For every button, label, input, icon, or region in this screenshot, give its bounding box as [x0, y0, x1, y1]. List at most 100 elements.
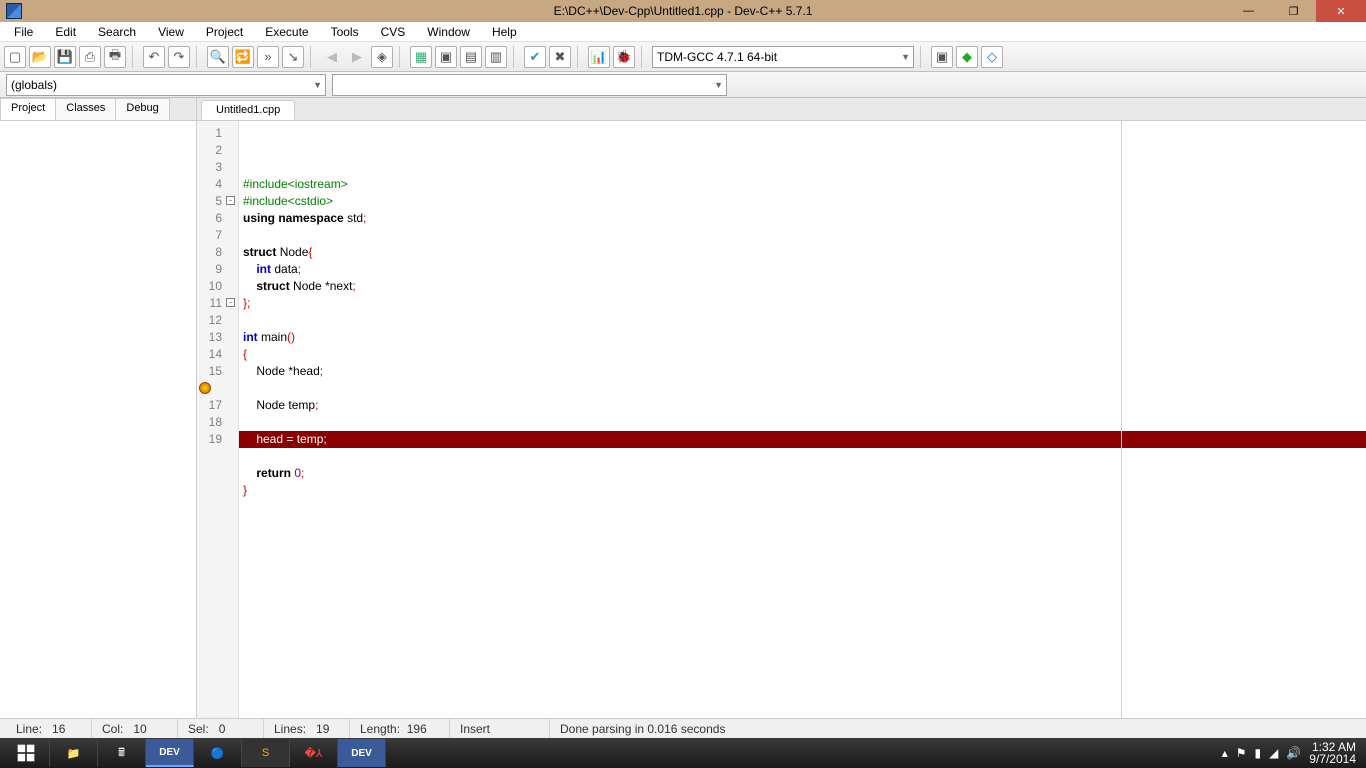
app-icon	[6, 3, 22, 19]
start-button[interactable]	[2, 739, 50, 767]
close-button[interactable]: ✕	[1316, 0, 1366, 22]
code-line[interactable]: int data;	[243, 261, 1366, 278]
gutter-line: 2	[197, 142, 236, 159]
code-line[interactable]: struct Node{	[243, 244, 1366, 261]
profile-icon[interactable]: 📊	[588, 46, 610, 68]
maximize-button[interactable]: ❐	[1271, 0, 1316, 22]
code-line[interactable]	[243, 312, 1366, 329]
task-devcpp2[interactable]: DEV	[338, 739, 386, 767]
code-line[interactable]: Node *head;	[243, 363, 1366, 380]
task-explorer[interactable]: 📁	[50, 739, 98, 767]
editor-tab-untitled1[interactable]: Untitled1.cpp	[201, 100, 295, 120]
editor-body[interactable]: 12345-67891011-12131415 171819 #include<…	[197, 120, 1366, 718]
code-line[interactable]: using namespace std;	[243, 210, 1366, 227]
status-parse: Done parsing in 0.016 seconds	[550, 719, 1360, 738]
task-devcpp[interactable]: DEV	[146, 739, 194, 767]
forward-icon[interactable]: ▶	[346, 46, 368, 68]
menu-execute[interactable]: Execute	[255, 23, 318, 41]
find-icon[interactable]: 🔍	[207, 46, 229, 68]
compiler-select[interactable]: TDM-GCC 4.7.1 64-bit ▼	[652, 46, 914, 68]
menu-file[interactable]: File	[4, 23, 43, 41]
tray-up-icon[interactable]: ▴	[1222, 746, 1228, 760]
gutter-line: 14	[197, 346, 236, 363]
bookmark2-icon[interactable]: ◆	[956, 46, 978, 68]
clear-icon[interactable]: ✖	[549, 46, 571, 68]
print-icon[interactable]: 🖶	[104, 46, 126, 68]
menu-view[interactable]: View	[148, 23, 194, 41]
bookmark-icon[interactable]: ◈	[371, 46, 393, 68]
gutter-line: 18	[197, 414, 236, 431]
back-icon[interactable]: ◀	[321, 46, 343, 68]
scope-value: (globals)	[11, 78, 57, 92]
undo-icon[interactable]: ↶	[143, 46, 165, 68]
status-length: Length: 196	[350, 719, 450, 738]
gutter-line: 1	[197, 125, 236, 142]
chevron-down-icon: ▼	[714, 80, 723, 90]
gutter-line: 17	[197, 397, 236, 414]
debug-icon[interactable]: 🐞	[613, 46, 635, 68]
code-view[interactable]: #include<iostream>#include<cstdio>using …	[239, 121, 1366, 718]
task-calc[interactable]: 🖩	[98, 739, 146, 767]
code-line[interactable]: head = temp;	[239, 431, 1366, 448]
line-gutter: 12345-67891011-12131415 171819	[197, 121, 239, 718]
new-file-icon[interactable]: ▢	[4, 46, 26, 68]
task-chrome[interactable]: 🔵	[194, 739, 242, 767]
code-line[interactable]: };	[243, 295, 1366, 312]
compile-run-icon[interactable]: ▤	[460, 46, 482, 68]
tray-flag-icon[interactable]: ⚑	[1236, 746, 1247, 760]
tray-clock[interactable]: 1:32 AM 9/7/2014	[1309, 741, 1356, 765]
code-line[interactable]: #include<cstdio>	[243, 193, 1366, 210]
run-icon[interactable]: ▣	[435, 46, 457, 68]
tray-volume-icon[interactable]: 🔊	[1286, 746, 1301, 760]
gutter-line: 8	[197, 244, 236, 261]
code-line[interactable]: Node temp;	[243, 397, 1366, 414]
status-sel: Sel: 0	[178, 719, 264, 738]
code-line[interactable]	[243, 227, 1366, 244]
side-panel: ProjectClassesDebug	[0, 98, 197, 718]
menu-help[interactable]: Help	[482, 23, 527, 41]
save-all-icon[interactable]: ⎙	[79, 46, 101, 68]
member-select[interactable]: ▼	[332, 74, 727, 96]
find-next-icon[interactable]: »	[257, 46, 279, 68]
menu-search[interactable]: Search	[88, 23, 146, 41]
compile-icon[interactable]: ▦	[410, 46, 432, 68]
menu-cvs[interactable]: CVS	[371, 23, 416, 41]
code-line[interactable]: #include<iostream>	[243, 176, 1366, 193]
chevron-down-icon: ▼	[313, 80, 322, 90]
insert-icon[interactable]: ▣	[931, 46, 953, 68]
code-line[interactable]: }	[243, 482, 1366, 499]
code-line[interactable]	[243, 448, 1366, 465]
separator	[641, 46, 646, 68]
gutter-line: 3	[197, 159, 236, 176]
side-tab-classes[interactable]: Classes	[55, 98, 116, 120]
code-line[interactable]: return 0;	[243, 465, 1366, 482]
task-adobe[interactable]: �⅄	[290, 739, 338, 767]
code-line[interactable]	[243, 380, 1366, 397]
code-line[interactable]: {	[243, 346, 1366, 363]
task-sublime[interactable]: S	[242, 739, 290, 767]
menu-tools[interactable]: Tools	[321, 23, 369, 41]
rebuild-icon[interactable]: ▥	[485, 46, 507, 68]
tray-network-icon[interactable]: ▮	[1254, 746, 1261, 760]
menu-project[interactable]: Project	[196, 23, 253, 41]
menu-edit[interactable]: Edit	[45, 23, 86, 41]
menu-window[interactable]: Window	[417, 23, 480, 41]
side-tab-debug[interactable]: Debug	[115, 98, 169, 120]
open-file-icon[interactable]: 📂	[29, 46, 51, 68]
redo-icon[interactable]: ↷	[168, 46, 190, 68]
tray-wifi-icon[interactable]: ◢	[1269, 746, 1278, 760]
minimize-button[interactable]: —	[1226, 0, 1271, 22]
chevron-down-icon: ▼	[901, 52, 910, 62]
gutter-line: 9	[197, 261, 236, 278]
goto-icon[interactable]: ↘	[282, 46, 304, 68]
titlebar: E:\DC++\Dev-Cpp\Untitled1.cpp - Dev-C++ …	[0, 0, 1366, 22]
code-line[interactable]	[243, 414, 1366, 431]
save-icon[interactable]: 💾	[54, 46, 76, 68]
code-line[interactable]: int main()	[243, 329, 1366, 346]
goto2-icon[interactable]: ◇	[981, 46, 1003, 68]
scope-select[interactable]: (globals) ▼	[6, 74, 326, 96]
side-tab-project[interactable]: Project	[0, 98, 56, 120]
code-line[interactable]: struct Node *next;	[243, 278, 1366, 295]
check-icon[interactable]: ✔	[524, 46, 546, 68]
replace-icon[interactable]: 🔁	[232, 46, 254, 68]
